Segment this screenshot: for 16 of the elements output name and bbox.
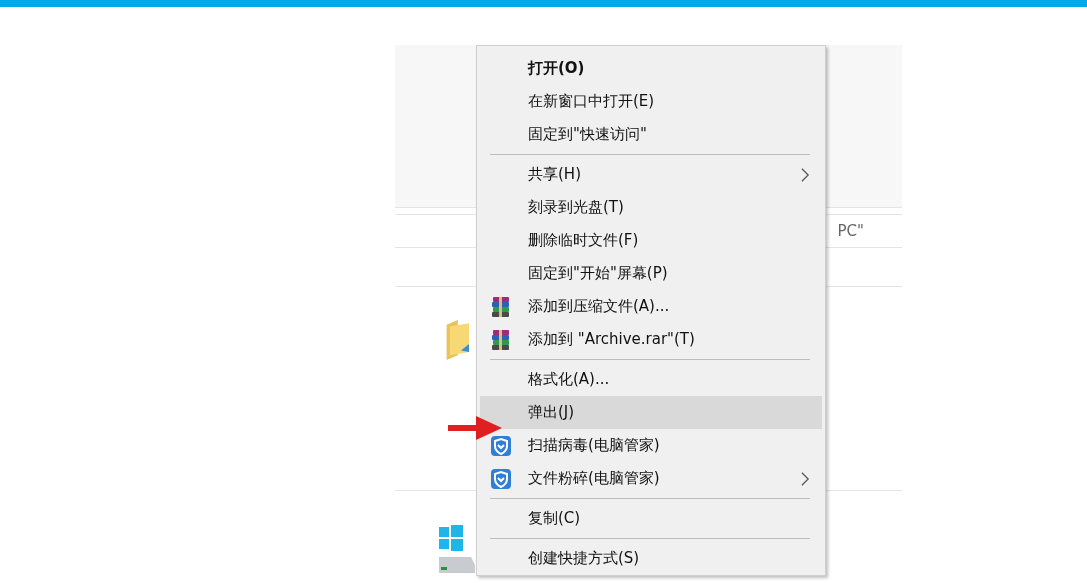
menu-item[interactable]: 刻录到光盘(T) xyxy=(480,191,822,224)
menu-item[interactable]: 扫描病毒(电脑管家) xyxy=(480,429,822,462)
menu-item[interactable]: 固定到"开始"屏幕(P) xyxy=(480,257,822,290)
menu-item[interactable]: 删除临时文件(F) xyxy=(480,224,822,257)
menu-item[interactable]: 添加到 "Archive.rar"(T) xyxy=(480,323,822,356)
menu-item[interactable]: 弹出(J) xyxy=(480,396,822,429)
menu-item[interactable]: 创建快捷方式(S) xyxy=(480,542,822,575)
menu-item[interactable]: 添加到压缩文件(A)... xyxy=(480,290,822,323)
menu-item[interactable]: 在新窗口中打开(E) xyxy=(480,85,822,118)
menu-item[interactable]: 复制(C) xyxy=(480,502,822,535)
menu-item[interactable]: 打开(O) xyxy=(480,52,822,85)
address-text: PC" xyxy=(837,222,864,240)
menu-item[interactable]: 格式化(A)... xyxy=(480,363,822,396)
menu-item[interactable]: 文件粉碎(电脑管家) xyxy=(480,462,822,495)
menu-item[interactable]: 固定到"快速访问" xyxy=(480,118,822,151)
menu-item[interactable]: 共享(H) xyxy=(480,158,822,191)
